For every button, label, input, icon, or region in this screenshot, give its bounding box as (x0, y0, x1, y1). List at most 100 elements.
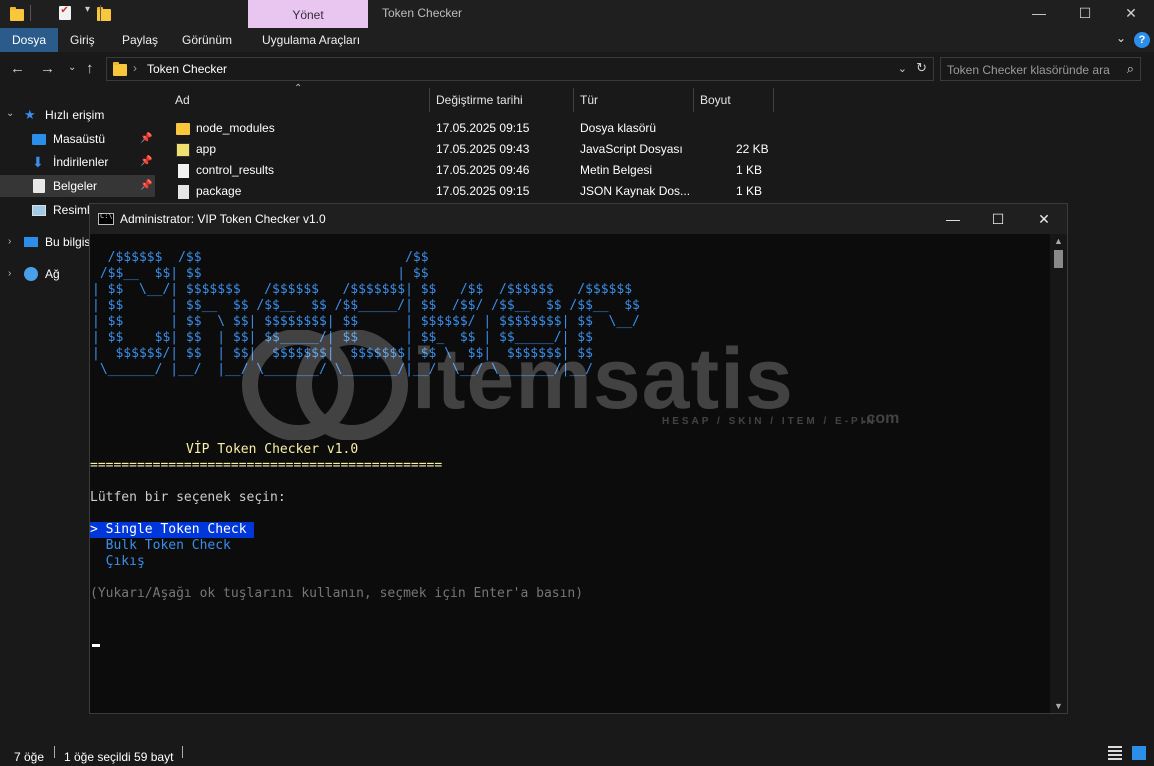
documents-icon (33, 179, 45, 193)
table-row[interactable]: app 17.05.2025 09:43 JavaScript Dosyası … (170, 139, 774, 160)
file-name: node_modules (196, 121, 275, 135)
sidebar-item-label: Belgeler (53, 179, 98, 193)
sidebar-item-documents[interactable]: Belgeler 📌 (0, 175, 155, 197)
chevron-right-icon[interactable]: › (133, 61, 137, 75)
back-icon[interactable]: ← (10, 60, 25, 77)
pin-icon[interactable]: 📌 (140, 175, 152, 197)
scroll-down-icon[interactable]: ▼ (1054, 701, 1063, 711)
tab-home[interactable]: Giriş (58, 28, 107, 52)
file-date: 17.05.2025 09:15 (436, 184, 530, 198)
breadcrumb[interactable]: Token Checker (147, 62, 227, 76)
js-file-icon (176, 143, 190, 157)
console-divider: ========================================… (90, 458, 443, 473)
console-scrollbar[interactable]: ▲ ▼ (1050, 234, 1067, 713)
table-row[interactable]: package 17.05.2025 09:15 JSON Kaynak Dos… (170, 181, 774, 202)
column-divider[interactable] (429, 88, 430, 112)
properties-icon[interactable] (59, 5, 72, 20)
tab-view[interactable]: Görünüm (170, 28, 244, 52)
scroll-up-icon[interactable]: ▲ (1054, 236, 1063, 246)
file-type: Metin Belgesi (580, 163, 653, 177)
sidebar-item-label: Masaüstü (53, 132, 106, 146)
tab-application-tools[interactable]: Uygulama Araçları (250, 28, 372, 52)
customize-toolbar-icon[interactable]: ▾ (85, 4, 90, 20)
column-header-size[interactable]: Boyut (700, 88, 731, 112)
sort-ascending-icon: ⌃ (294, 83, 303, 94)
console-output[interactable]: /$$$$$$ /$$ /$$ /$$__ $$| $$ | $$ | $$ \… (90, 234, 1050, 713)
menu-item-single-token-check[interactable]: > Single Token Check (90, 522, 255, 538)
chevron-down-icon[interactable]: ⌄ (898, 62, 907, 75)
column-header-type[interactable]: Tür (580, 88, 598, 112)
window-title: Token Checker (382, 6, 463, 20)
column-divider[interactable] (773, 88, 774, 112)
file-name: app (196, 142, 217, 156)
column-header-date[interactable]: Değiştirme tarihi (436, 88, 523, 112)
new-folder-icon[interactable] (96, 7, 111, 21)
sidebar-item-label: Hızlı erişim (45, 108, 105, 122)
sidebar-item-downloads[interactable]: ⬇ İndirilenler 📌 (0, 151, 155, 173)
details-view-icon[interactable] (1108, 746, 1122, 760)
console-minimize-button[interactable]: — (930, 206, 976, 232)
maximize-button[interactable]: ☐ (1062, 0, 1108, 28)
recent-locations-icon[interactable]: ⌄ (68, 62, 76, 73)
json-file-icon (178, 185, 189, 199)
scroll-thumb[interactable] (1054, 250, 1063, 268)
large-icons-view-icon[interactable] (1132, 746, 1146, 760)
expand-ribbon-icon[interactable]: ⌄ (1116, 31, 1126, 45)
console-heading: VİP Token Checker v1.0 (186, 442, 359, 457)
address-bar[interactable]: › Token Checker ⌄ ↻ (106, 57, 934, 81)
console-title-bar[interactable]: Administrator: VIP Token Checker v1.0 — … (90, 204, 1067, 234)
search-placeholder: Token Checker klasöründe ara (947, 63, 1110, 77)
text-cursor (92, 644, 100, 647)
file-size: 1 KB (736, 163, 763, 177)
ascii-art-banner: /$$$$$$ /$$ /$$ /$$__ $$| $$ | $$ | $$ \… (92, 250, 640, 377)
divider (30, 5, 31, 21)
help-icon[interactable]: ? (1134, 32, 1150, 48)
network-icon (24, 267, 38, 281)
forward-icon[interactable]: → (40, 60, 55, 77)
file-date: 17.05.2025 09:15 (436, 121, 530, 135)
tab-manage[interactable]: Yönet (248, 0, 368, 28)
up-icon[interactable]: ↑ (86, 60, 94, 77)
column-divider[interactable] (693, 88, 694, 112)
column-header-name[interactable]: Ad (175, 88, 190, 112)
menu-item-bulk-token-check[interactable]: Bulk Token Check (90, 538, 231, 554)
console-title: Administrator: VIP Token Checker v1.0 (120, 212, 326, 226)
item-count: 7 öğe (14, 750, 45, 764)
folder-icon (176, 123, 190, 135)
pictures-icon (32, 205, 46, 216)
menu-item-exit[interactable]: Çıkış (90, 554, 145, 570)
sidebar-item-label: Resiml (53, 203, 90, 217)
divider (100, 5, 101, 21)
explorer-title-bar: ▾ Yönet Token Checker — ☐ ✕ (0, 0, 1154, 28)
console-maximize-button[interactable]: ☐ (975, 206, 1021, 232)
pin-icon[interactable]: 📌 (140, 151, 152, 173)
tab-file[interactable]: Dosya (0, 28, 59, 52)
sidebar-item-desktop[interactable]: Masaüstü 📌 (0, 128, 155, 150)
folder-icon (113, 62, 127, 76)
table-row[interactable]: node_modules 17.05.2025 09:15 Dosya klas… (170, 118, 774, 139)
refresh-icon[interactable]: ↻ (916, 60, 927, 76)
column-divider[interactable] (573, 88, 574, 112)
star-icon: ★ (24, 107, 36, 122)
file-type: Dosya klasörü (580, 121, 657, 135)
divider (182, 746, 183, 758)
command-prompt-icon[interactable] (98, 212, 114, 225)
console-window[interactable]: Administrator: VIP Token Checker v1.0 — … (89, 203, 1068, 714)
file-name: package (196, 184, 242, 198)
tab-share[interactable]: Paylaş (110, 28, 170, 52)
download-icon: ⬇ (32, 154, 44, 170)
computer-icon (24, 237, 38, 247)
search-icon[interactable]: ⌕ (1127, 61, 1134, 77)
pin-icon[interactable]: 📌 (140, 128, 152, 150)
file-size: 1 KB (736, 184, 763, 198)
table-row[interactable]: control_results 17.05.2025 09:46 Metin B… (170, 160, 774, 181)
close-button[interactable]: ✕ (1108, 0, 1154, 28)
sidebar-item-quick-access[interactable]: ★ Hızlı erişim (0, 104, 155, 126)
folder-icon[interactable] (10, 7, 24, 21)
sidebar-item-label: Bu bilgis (45, 235, 91, 249)
minimize-button[interactable]: — (1016, 0, 1062, 28)
console-close-button[interactable]: ✕ (1021, 206, 1067, 232)
status-bar: 7 öğe 1 öğe seçildi 59 bayt (0, 746, 1154, 766)
search-input[interactable]: Token Checker klasöründe ara ⌕ (940, 57, 1141, 81)
file-name: control_results (196, 163, 275, 177)
